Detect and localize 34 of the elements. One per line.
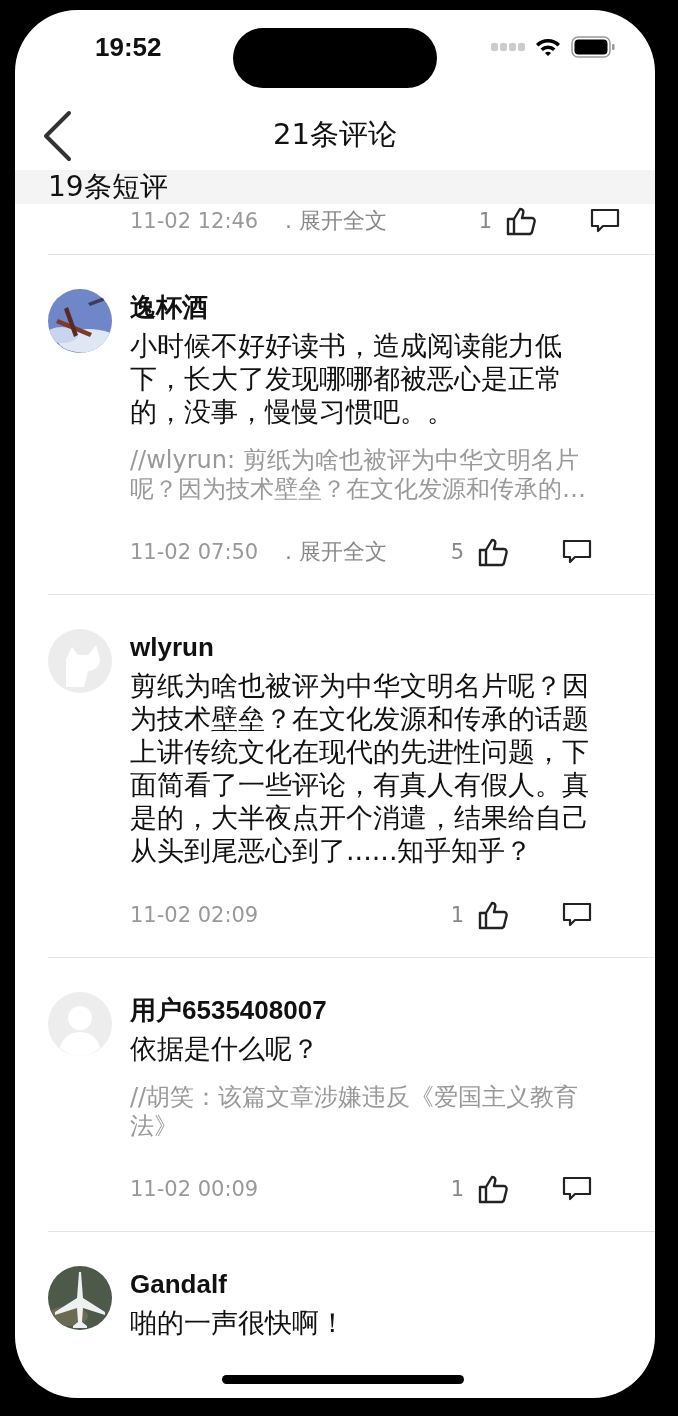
battery-icon — [571, 36, 615, 58]
user-name[interactable]: Gandalf — [130, 1266, 592, 1302]
comment-text: 剪纸为啥也被评为中华文明名片呢？因为技术壁垒？在文化发源和传承的话题上讲传统文化在现代的先进性问题，下面简看了一些评论，有真人有假人。真是的，大半夜点开个消遣，结果给自己从头到尾恶心到了......知乎知乎？ — [130, 669, 590, 867]
comment-date: 11-02 12:46 — [130, 209, 260, 233]
like-count: 1 — [450, 1177, 464, 1201]
comment-text: 啪的一声很快啊！ — [130, 1306, 347, 1339]
comment-icon[interactable] — [562, 539, 592, 565]
thumbs-up-icon[interactable] — [506, 206, 538, 236]
status-time: 19:52 — [95, 31, 162, 63]
comment-date: 11-02 07:50 — [130, 540, 260, 564]
comment-text: 依据是什么呢？ — [130, 1032, 320, 1065]
like-count: 1 — [450, 903, 464, 927]
comment-date: 11-02 02:09 — [130, 903, 260, 927]
wifi-icon — [535, 37, 561, 57]
thumbs-up-icon[interactable] — [478, 900, 510, 930]
user-name[interactable]: 逸杯酒 — [130, 289, 592, 325]
comment-date: 11-02 00:09 — [130, 1177, 260, 1201]
quoted-reply: //胡笑：该篇文章涉嫌违反《爱国主义教育法》 — [130, 1083, 580, 1141]
expand-link[interactable]: . 展开全文 — [285, 206, 387, 236]
like-count: 5 — [450, 540, 464, 564]
user-name[interactable]: 用户6535408007 — [130, 992, 592, 1028]
comment-text: 小时候不好好读书，造成阅读能力低下，长大了发现哪哪都被恶心是正常的，没事，慢慢习惯吧。。 — [130, 329, 563, 428]
comment-icon[interactable] — [562, 902, 592, 928]
expand-link[interactable]: . 展开全文 — [285, 537, 387, 567]
signal-icon — [491, 43, 525, 51]
section-title: 19条短评 — [48, 169, 168, 205]
user-name[interactable]: wlyrun — [130, 629, 592, 665]
quoted-reply: //wlyrun: 剪纸为啥也被评为中华文明名片呢？因为技术壁垒？在文化发源和传承的… — [130, 446, 587, 504]
page-title: 21条评论 — [273, 116, 397, 153]
like-count: 1 — [478, 209, 492, 233]
comment-icon[interactable] — [590, 208, 620, 234]
thumbs-up-icon[interactable] — [478, 1174, 510, 1204]
comment-icon[interactable] — [562, 1176, 592, 1202]
thumbs-up-icon[interactable] — [478, 537, 510, 567]
